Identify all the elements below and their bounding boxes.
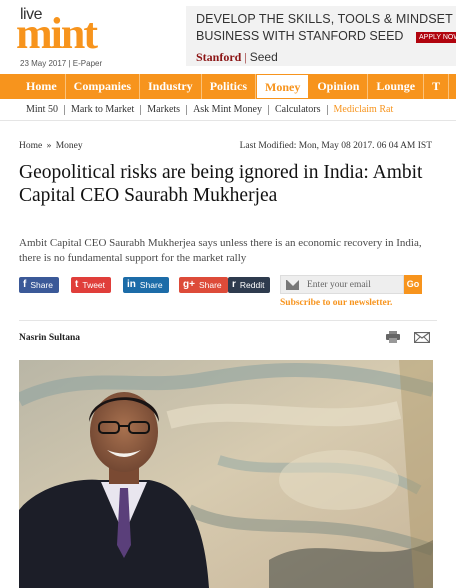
- site-header: live mint 23 May 2017 | E-Paper DEVELOP …: [0, 0, 456, 72]
- author-name[interactable]: Nasrin Sultana: [19, 333, 80, 343]
- newsletter-email-box: [280, 275, 404, 294]
- twitter-share-button[interactable]: t Tweet: [71, 277, 112, 293]
- nav-companies[interactable]: Companies: [66, 74, 140, 99]
- ad-apply-button[interactable]: APPLY NOW: [416, 32, 456, 43]
- googleplus-icon: g+: [183, 279, 195, 290]
- last-modified: Last Modified: Mon, May 08 2017. 06 04 A…: [239, 141, 432, 151]
- newsletter-go-button[interactable]: Go: [404, 275, 422, 294]
- subnav-mark-to-market[interactable]: Mark to Market: [65, 104, 142, 115]
- nav-money[interactable]: Money: [256, 74, 310, 99]
- nav-more[interactable]: T: [424, 74, 450, 99]
- article-title: Geopolitical risks are being ignored in …: [19, 162, 423, 206]
- twitter-share-label: Tweet: [82, 280, 106, 290]
- sub-nav: Mint 50 Mark to Market Markets Ask Mint …: [0, 99, 456, 121]
- breadcrumb-separator: »: [46, 141, 52, 151]
- googleplus-share-button[interactable]: g+ Share: [179, 277, 228, 293]
- breadcrumb: Home » Money: [19, 141, 83, 151]
- ad-brand-seed: Seed: [249, 50, 278, 64]
- ad-brand: Stanford | Seed: [196, 50, 278, 65]
- subnav-markets[interactable]: Markets: [141, 104, 188, 115]
- googleplus-share-label: Share: [198, 280, 222, 290]
- email-icon[interactable]: [414, 332, 430, 343]
- subscribe-newsletter-link[interactable]: Subscribe to our newsletter.: [280, 298, 392, 308]
- envelope-icon: [286, 279, 299, 290]
- facebook-share-button[interactable]: f Share: [19, 277, 60, 293]
- breadcrumb-home[interactable]: Home: [19, 141, 42, 151]
- linkedin-icon: in: [127, 279, 136, 290]
- stanford-ad-banner[interactable]: DEVELOP THE SKILLS, TOOLS & MINDSET TO B…: [186, 6, 456, 66]
- ad-headline-1: DEVELOP THE SKILLS, TOOLS & MINDSET TO: [196, 12, 456, 26]
- main-nav: Home Companies Industry Politics Money O…: [0, 74, 456, 99]
- twitter-icon: t: [75, 279, 79, 290]
- nav-opinion[interactable]: Opinion: [309, 74, 369, 99]
- nav-industry[interactable]: Industry: [140, 74, 202, 99]
- nav-lounge[interactable]: Lounge: [368, 74, 425, 99]
- nav-home[interactable]: Home: [18, 74, 66, 99]
- subnav-calculators[interactable]: Calculators: [269, 104, 328, 115]
- reddit-share-button[interactable]: r Reddit: [228, 277, 271, 293]
- author-divider: [19, 320, 437, 321]
- subnav-mint-50[interactable]: Mint 50: [20, 104, 65, 115]
- breadcrumb-money[interactable]: Money: [56, 141, 83, 151]
- edition-dateline[interactable]: 23 May 2017 | E-Paper: [20, 59, 102, 68]
- facebook-share-label: Share: [30, 280, 54, 290]
- linkedin-share-button[interactable]: in Share: [123, 277, 169, 293]
- subnav-mediclaim-promo[interactable]: Mediclaim Rat: [328, 104, 400, 115]
- ad-brand-separator: |: [244, 50, 247, 64]
- newsletter-email-input[interactable]: [307, 279, 403, 290]
- subnav-ask-mint-money[interactable]: Ask Mint Money: [187, 104, 269, 115]
- article-photo: [19, 360, 433, 588]
- article-summary: Ambit Capital CEO Saurabh Mukherjea says…: [19, 237, 422, 264]
- reddit-icon: r: [232, 279, 236, 290]
- logo-mint-text[interactable]: mint: [16, 12, 98, 56]
- ad-headline-2: BUSINESS WITH STANFORD SEED: [196, 29, 404, 43]
- ad-brand-stanford: Stanford: [196, 50, 242, 64]
- facebook-icon: f: [23, 279, 27, 290]
- reddit-share-label: Reddit: [239, 280, 265, 290]
- linkedin-share-label: Share: [139, 280, 163, 290]
- nav-politics[interactable]: Politics: [202, 74, 257, 99]
- print-icon[interactable]: [386, 331, 400, 343]
